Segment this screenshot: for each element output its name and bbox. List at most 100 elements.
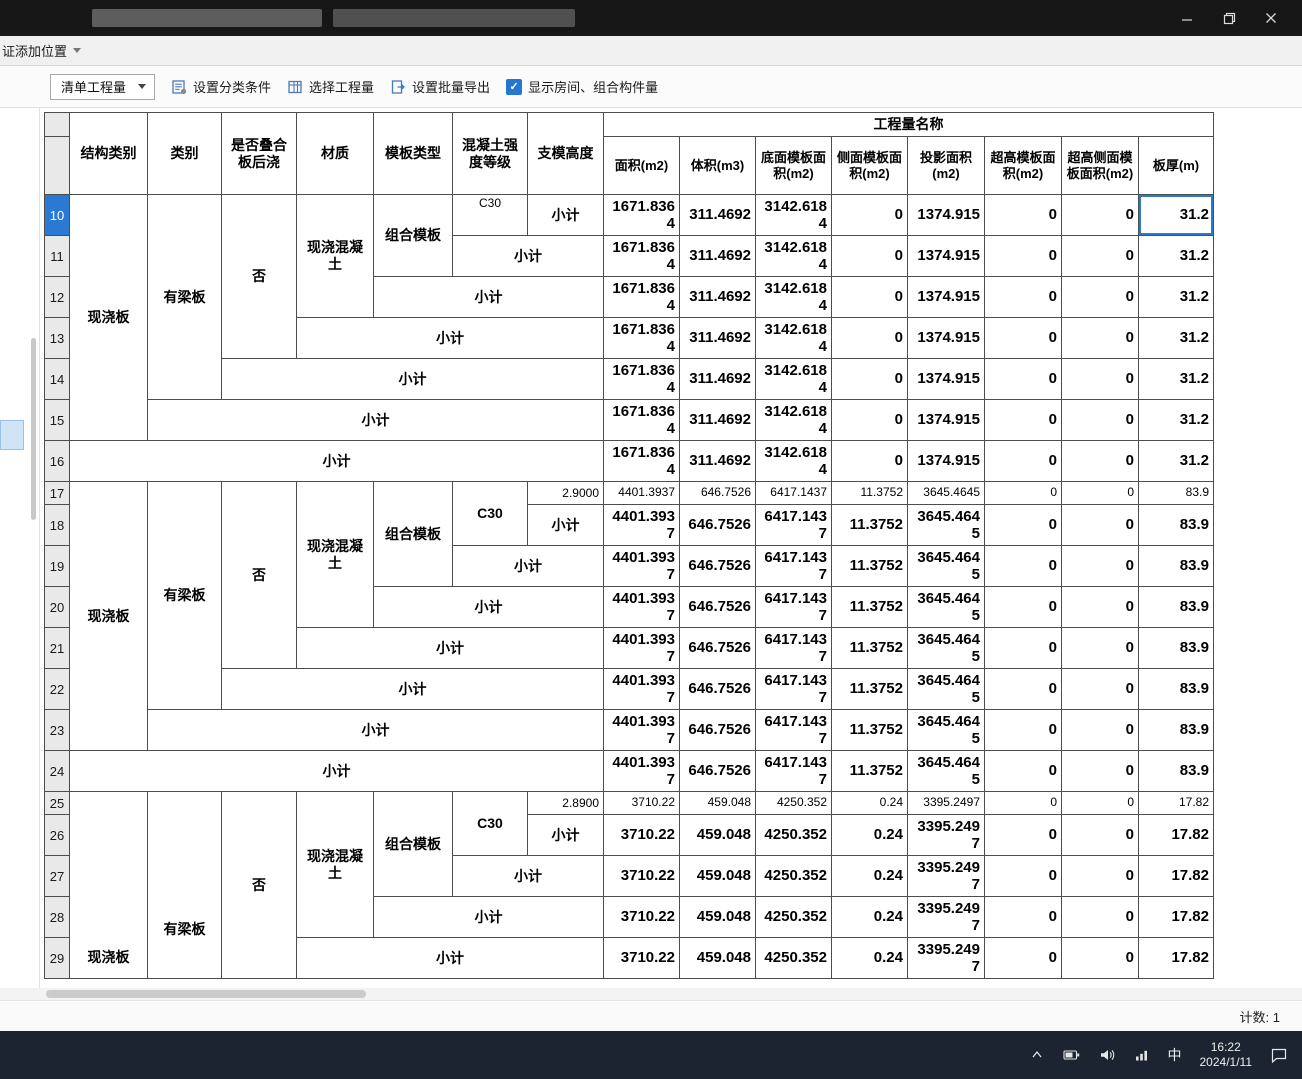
category-cell[interactable]: 有梁板 [147, 791, 222, 979]
category-cell[interactable]: 否 [221, 481, 297, 669]
category-cell[interactable]: 否 [221, 791, 297, 979]
value-cell[interactable]: 0 [1061, 937, 1139, 979]
set-classification-button[interactable]: 设置分类条件 [171, 77, 271, 96]
value-cell[interactable]: 6417.1437 [755, 627, 832, 669]
value-cell[interactable]: 0 [831, 276, 908, 318]
value-cell[interactable]: 0 [1061, 855, 1139, 897]
value-cell[interactable]: 0 [1061, 481, 1139, 505]
row-number[interactable]: 21 [44, 627, 70, 669]
value-cell[interactable]: 646.7526 [679, 504, 756, 546]
value-cell[interactable]: 6417.1437 [755, 750, 832, 792]
value-cell[interactable]: 0 [984, 235, 1062, 277]
value-cell[interactable]: 3142.6184 [755, 235, 832, 277]
value-cell[interactable]: 1671.8364 [603, 317, 680, 359]
value-cell[interactable]: 6417.1437 [755, 586, 832, 628]
value-cell[interactable]: 0.24 [831, 791, 908, 815]
value-cell[interactable]: 0 [984, 545, 1062, 587]
value-cell[interactable]: 0 [1061, 194, 1139, 236]
row-number[interactable]: 10 [44, 194, 70, 236]
value-cell[interactable]: 1374.915 [907, 440, 985, 482]
value-cell[interactable]: 646.7526 [679, 627, 756, 669]
row-number[interactable]: 18 [44, 504, 70, 546]
value-cell[interactable]: 0 [984, 317, 1062, 359]
category-cell[interactable]: 小计 [221, 668, 604, 710]
value-cell[interactable]: 3645.4645 [907, 627, 985, 669]
value-cell[interactable]: 646.7526 [679, 545, 756, 587]
value-cell[interactable]: 0 [1061, 896, 1139, 938]
value-cell[interactable]: 3710.22 [603, 896, 680, 938]
value-cell[interactable]: 3142.6184 [755, 194, 832, 236]
value-cell[interactable]: 6417.1437 [755, 709, 832, 751]
value-cell[interactable]: 4401.3937 [603, 481, 680, 505]
value-cell[interactable]: 0 [984, 586, 1062, 628]
value-cell[interactable]: 83.9 [1138, 709, 1214, 751]
category-cell[interactable]: 小计 [147, 399, 604, 441]
value-cell[interactable]: 4250.352 [755, 791, 832, 815]
row-number[interactable]: 20 [44, 586, 70, 628]
row-number[interactable]: 16 [44, 440, 70, 482]
value-cell[interactable]: 4250.352 [755, 855, 832, 897]
value-cell[interactable]: 4250.352 [755, 896, 832, 938]
row-number[interactable]: 12 [44, 276, 70, 318]
value-cell[interactable]: 1374.915 [907, 317, 985, 359]
value-cell[interactable]: 3710.22 [603, 855, 680, 897]
value-cell[interactable]: 83.9 [1138, 750, 1214, 792]
value-cell[interactable]: 83.9 [1138, 504, 1214, 546]
value-cell[interactable]: 83.9 [1138, 545, 1214, 587]
select-quantity-button[interactable]: 选择工程量 [287, 77, 374, 96]
value-cell[interactable]: 0 [1061, 276, 1139, 318]
value-cell[interactable]: 3395.2497 [907, 791, 985, 815]
value-cell[interactable]: 11.3752 [831, 545, 908, 587]
value-cell[interactable]: 31.2 [1138, 235, 1214, 277]
value-cell[interactable]: 0 [984, 276, 1062, 318]
category-cell[interactable]: 有梁板 [147, 481, 222, 710]
row-number[interactable]: 15 [44, 399, 70, 441]
value-cell[interactable]: 1671.8364 [603, 235, 680, 277]
value-cell[interactable]: 459.048 [679, 814, 756, 856]
value-cell[interactable]: 3395.2497 [907, 814, 985, 856]
value-cell[interactable]: 1671.8364 [603, 276, 680, 318]
minimize-button[interactable] [1166, 0, 1208, 36]
value-cell[interactable]: 0 [984, 440, 1062, 482]
value-cell[interactable]: 0 [831, 440, 908, 482]
quantity-type-combo[interactable]: 清单工程量 [50, 73, 156, 100]
value-cell[interactable]: 0 [984, 481, 1062, 505]
value-cell[interactable]: 1374.915 [907, 399, 985, 441]
value-cell[interactable]: 4401.3937 [603, 545, 680, 587]
value-cell[interactable]: 1671.8364 [603, 358, 680, 400]
category-cell[interactable]: 现浇板 [69, 791, 148, 979]
value-cell[interactable]: 11.3752 [831, 586, 908, 628]
value-cell[interactable]: 1374.915 [907, 194, 985, 236]
value-cell[interactable]: 646.7526 [679, 481, 756, 505]
value-cell[interactable]: 0 [1061, 504, 1139, 546]
value-cell[interactable]: 11.3752 [831, 504, 908, 546]
row-number[interactable]: 22 [44, 668, 70, 710]
value-cell[interactable]: 311.4692 [679, 358, 756, 400]
value-cell[interactable]: 4401.3937 [603, 750, 680, 792]
category-cell[interactable]: 现浇板 [69, 194, 148, 441]
value-cell[interactable]: 3142.6184 [755, 358, 832, 400]
value-cell[interactable]: 0 [984, 399, 1062, 441]
value-cell[interactable]: 31.2 [1138, 276, 1214, 318]
row-number[interactable]: 11 [44, 235, 70, 277]
value-cell[interactable]: 3645.4645 [907, 750, 985, 792]
row-number[interactable]: 26 [44, 814, 70, 856]
category-cell[interactable]: 组合模板 [373, 481, 453, 587]
value-cell[interactable]: 17.82 [1138, 814, 1214, 856]
value-cell[interactable]: 0 [984, 896, 1062, 938]
panel-selected-item[interactable] [0, 420, 24, 450]
value-cell[interactable]: 6417.1437 [755, 481, 832, 505]
category-cell[interactable]: 小计 [221, 358, 604, 400]
volume-icon[interactable] [1099, 1047, 1116, 1063]
value-cell[interactable]: 3645.4645 [907, 709, 985, 751]
value-cell[interactable]: 311.4692 [679, 399, 756, 441]
add-position-menu[interactable]: 证添加位置 [2, 41, 67, 60]
value-cell[interactable]: 4401.3937 [603, 668, 680, 710]
value-cell[interactable]: 31.2 [1138, 317, 1214, 359]
value-cell[interactable]: 0.24 [831, 896, 908, 938]
taskbar-clock[interactable]: 16:22 2024/1/11 [1200, 1040, 1253, 1070]
value-cell[interactable]: 311.4692 [679, 276, 756, 318]
horizontal-scrollbar[interactable] [0, 988, 1302, 1000]
row-number[interactable]: 14 [44, 358, 70, 400]
value-cell[interactable]: 0 [984, 814, 1062, 856]
